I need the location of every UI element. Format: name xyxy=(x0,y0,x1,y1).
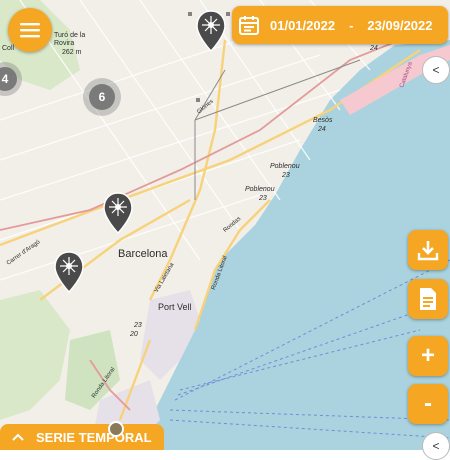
chevron-left-icon: < xyxy=(432,439,440,453)
map-label-turo-elevation: 262 m xyxy=(62,49,82,56)
serie-temporal-tab[interactable]: SERIE TEMPORAL xyxy=(0,424,164,450)
date-start: 01/01/2022 xyxy=(270,17,336,33)
document-icon xyxy=(420,288,436,310)
collapse-panel-button[interactable]: < xyxy=(422,56,450,84)
download-button[interactable] xyxy=(408,230,448,270)
sensor-marker-icon[interactable] xyxy=(53,251,85,293)
map-label-besos-number: 24 xyxy=(318,126,326,133)
map-label-port-vell: Port Vell xyxy=(158,302,192,312)
cluster-count: 4 xyxy=(0,67,17,91)
report-button[interactable] xyxy=(408,279,448,319)
cluster-count: 6 xyxy=(89,84,115,110)
chevron-up-icon xyxy=(12,433,24,441)
download-icon xyxy=(417,241,439,261)
map-background[interactable] xyxy=(0,0,450,450)
date-range-picker[interactable]: 01/01/2022 - 23/09/2022 xyxy=(232,6,448,44)
map-label-23: 23 xyxy=(134,322,142,329)
date-separator: - xyxy=(349,17,354,33)
map-label-poblenou: Poblenou xyxy=(270,163,300,170)
zoom-out-button[interactable]: - xyxy=(408,384,448,424)
zoom-in-button[interactable]: + xyxy=(408,336,448,376)
map-label-coll: Coll xyxy=(2,45,15,52)
menu-button[interactable] xyxy=(8,8,52,52)
location-dot xyxy=(108,421,124,437)
map-label-besos: Besòs xyxy=(313,117,333,124)
map-label-barcelona: Barcelona xyxy=(118,248,168,260)
hamburger-icon xyxy=(20,23,40,38)
collapse-bottom-button[interactable]: < xyxy=(422,432,450,460)
cluster-marker[interactable]: 6 xyxy=(83,78,121,116)
map-label-poblenou-2-number: 23 xyxy=(259,195,267,202)
calendar-icon xyxy=(239,16,259,35)
chevron-left-icon: < xyxy=(432,63,440,77)
map-label-24: 24 xyxy=(370,45,378,52)
date-end: 23/09/2022 xyxy=(367,17,433,33)
map-label-poblenou-2: Poblenou xyxy=(245,186,275,193)
map-label-poblenou-number: 23 xyxy=(282,172,290,179)
sensor-marker-icon[interactable] xyxy=(196,10,226,52)
map-label-20: 20 xyxy=(130,331,138,338)
sensor-marker-icon[interactable] xyxy=(102,192,134,234)
serie-temporal-label: SERIE TEMPORAL xyxy=(36,429,152,445)
map-label-turo: Turó de la Rovira xyxy=(54,32,86,47)
